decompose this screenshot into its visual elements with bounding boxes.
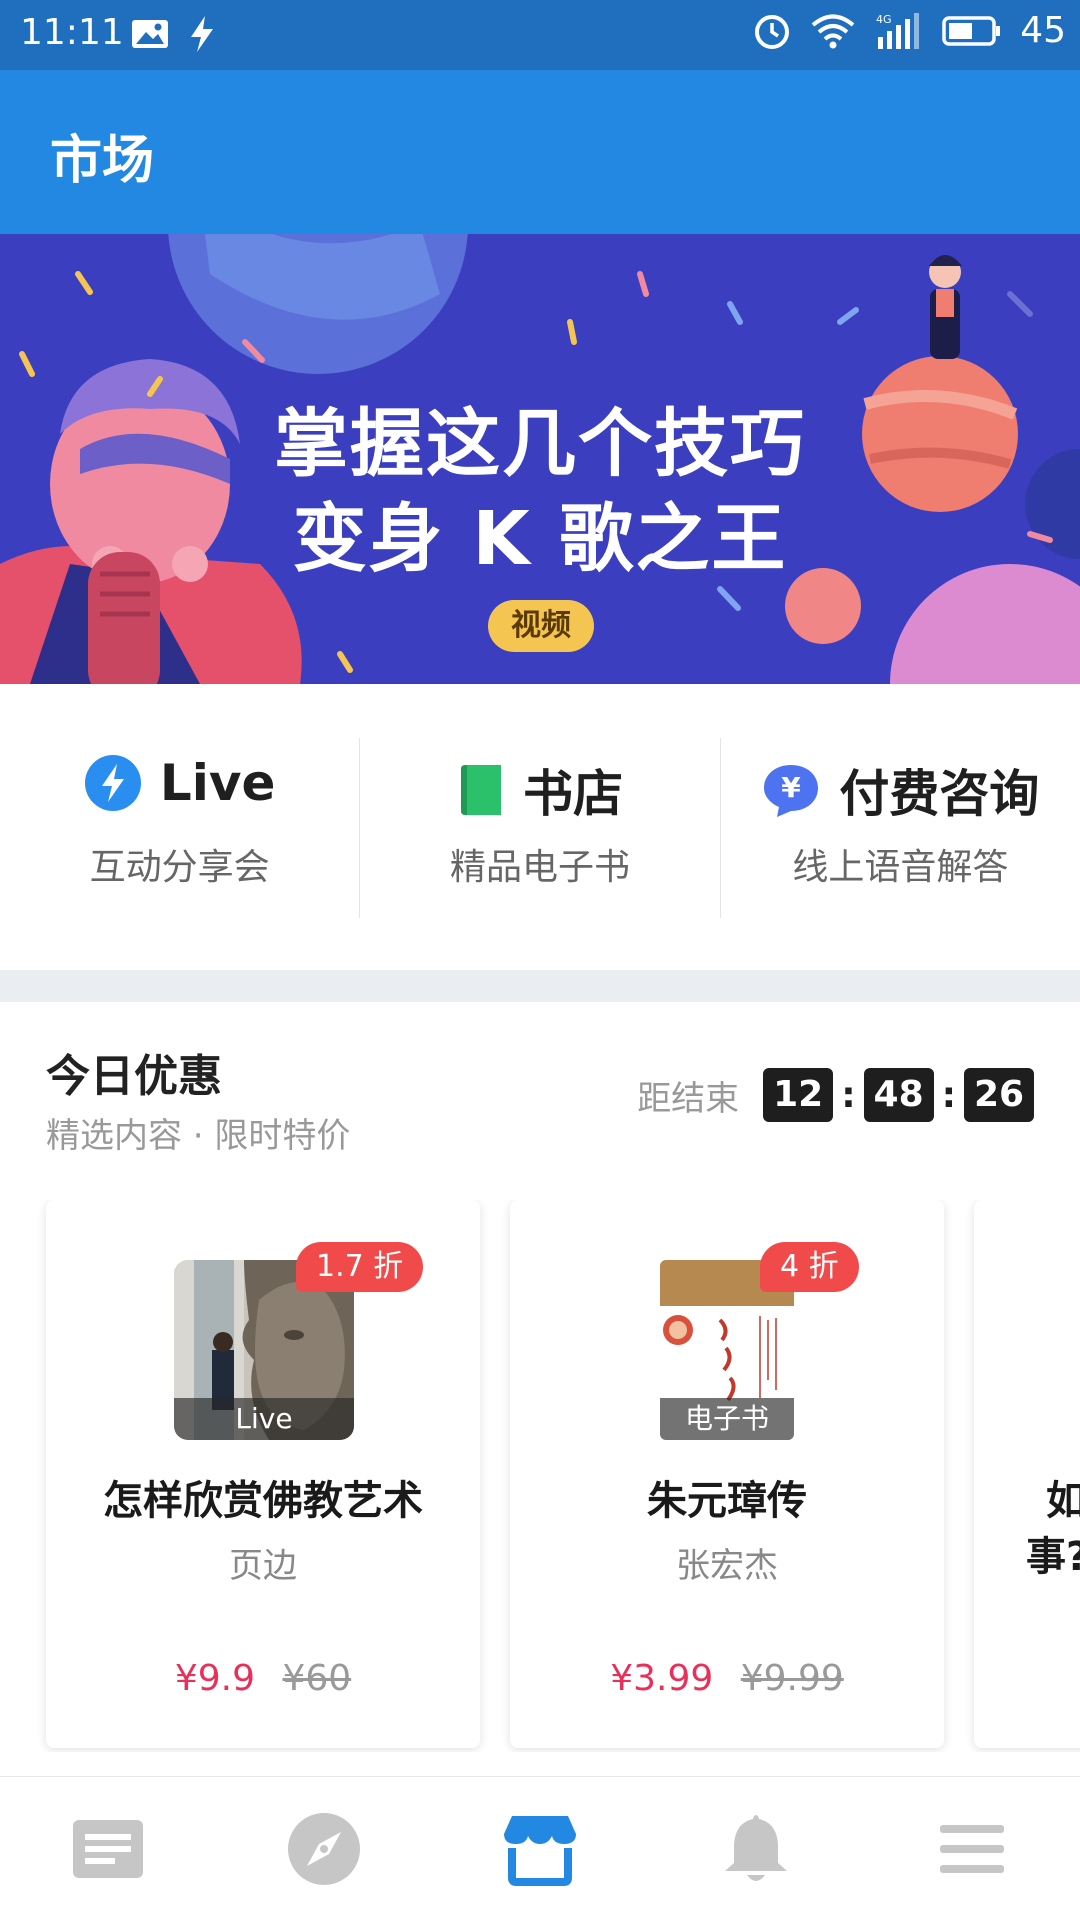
bell-icon xyxy=(725,1814,787,1881)
svg-text:¥: ¥ xyxy=(782,771,802,804)
market-icon xyxy=(504,1815,576,1886)
nav-notifications[interactable] xyxy=(648,1777,864,1920)
category-paid-consult[interactable]: ¥ 付费咨询 线上语音解答 xyxy=(719,738,1080,918)
category-bookstore[interactable]: 书店 精品电子书 xyxy=(359,738,719,918)
nav-more[interactable] xyxy=(864,1777,1080,1920)
item-title-line2: 事? xyxy=(1026,1534,1080,1580)
original-price: ¥9.99 xyxy=(740,1658,844,1699)
app-bar: 市场 xyxy=(0,70,1080,234)
deal-cards[interactable]: Live 1.7 折 怎样欣赏佛教艺术 页边 ¥9.9 ¥60 电子书 4 折 … xyxy=(0,1200,1080,1752)
section-divider xyxy=(0,970,1080,1002)
nav-discover[interactable] xyxy=(216,1777,432,1920)
category-subtitle: 互动分享会 xyxy=(89,847,270,888)
yen-chat-icon: ¥ xyxy=(764,765,819,817)
wifi-icon xyxy=(811,14,855,48)
category-live[interactable]: Live 互动分享会 xyxy=(0,738,359,918)
discount-badge: 4 折 xyxy=(760,1242,859,1292)
deal-card-partial[interactable]: 如 事? xyxy=(974,1200,1080,1748)
category-row: Live 互动分享会 书店 精品电子书 ¥ 付费咨询 线上语音解答 xyxy=(0,738,1080,918)
category-title: 付费咨询 xyxy=(839,765,1040,823)
discount-badge: 1.7 折 xyxy=(296,1242,424,1292)
nav-market[interactable] xyxy=(432,1777,648,1920)
status-left-icons xyxy=(130,14,216,54)
countdown-seconds: 26 xyxy=(964,1068,1034,1122)
current-price: ¥3.99 xyxy=(610,1658,714,1699)
countdown-separator: : xyxy=(841,1074,856,1116)
deal-card[interactable]: Live 1.7 折 怎样欣赏佛教艺术 页边 ¥9.9 ¥60 xyxy=(46,1200,480,1748)
countdown-hours: 12 xyxy=(763,1068,834,1122)
compass-icon xyxy=(288,1812,360,1885)
battery-icon xyxy=(942,15,1001,46)
deals-title: 今日优惠 xyxy=(46,1051,222,1102)
current-price: ¥9.9 xyxy=(174,1658,255,1699)
status-bar: 11:11 4G 45 xyxy=(0,0,1080,70)
item-title: 如 xyxy=(1046,1478,1080,1524)
countdown-minutes: 48 xyxy=(863,1068,934,1122)
countdown-label: 距结束 xyxy=(637,1078,740,1119)
svg-text:4G: 4G xyxy=(876,13,892,26)
promo-banner[interactable]: 掌握这几个技巧 变身 K 歌之王 视频 xyxy=(0,234,1080,684)
alarm-icon xyxy=(755,14,790,49)
banner-video-tag: 视频 xyxy=(488,600,594,652)
category-title: Live xyxy=(159,754,276,812)
flash-icon xyxy=(191,16,213,52)
item-price: ¥3.99 ¥9.99 xyxy=(510,1658,944,1699)
status-time: 11:11 xyxy=(20,12,124,53)
signal-4g-icon: 4G xyxy=(876,12,920,49)
item-title: 朱元璋传 xyxy=(647,1478,807,1524)
original-price: ¥60 xyxy=(282,1658,352,1699)
countdown-separator: : xyxy=(941,1074,956,1116)
item-author: 页边 xyxy=(229,1546,297,1586)
image-icon xyxy=(132,20,168,48)
feed-icon xyxy=(73,1819,143,1878)
page-title: 市场 xyxy=(50,131,155,191)
category-title: 书店 xyxy=(522,765,623,823)
nav-feed[interactable] xyxy=(0,1777,216,1920)
item-title: 怎样欣赏佛教艺术 xyxy=(103,1478,423,1524)
menu-icon xyxy=(940,1824,1004,1873)
banner-headline: 掌握这几个技巧 xyxy=(274,401,806,487)
countdown: 距结束 12 : 48 : 26 xyxy=(637,1068,1034,1122)
deal-card[interactable]: 电子书 4 折 朱元璋传 张宏杰 ¥3.99 ¥9.99 xyxy=(510,1200,944,1748)
status-right-icons: 4G 45 xyxy=(752,10,1066,51)
deals-subtitle: 精选内容 · 限时特价 xyxy=(46,1116,351,1156)
banner-subheadline: 变身 K 歌之王 xyxy=(292,496,788,582)
category-subtitle: 精品电子书 xyxy=(449,847,630,888)
item-author: 张宏杰 xyxy=(676,1546,778,1586)
cover-caption: 电子书 xyxy=(660,1398,794,1440)
battery-level: 45 xyxy=(1020,10,1066,51)
lightning-icon xyxy=(84,755,141,811)
cover-caption: Live xyxy=(174,1398,354,1440)
item-price: ¥9.9 ¥60 xyxy=(46,1658,480,1699)
category-subtitle: 线上语音解答 xyxy=(792,847,1009,888)
book-icon xyxy=(460,765,501,815)
bottom-nav xyxy=(0,1776,1080,1920)
